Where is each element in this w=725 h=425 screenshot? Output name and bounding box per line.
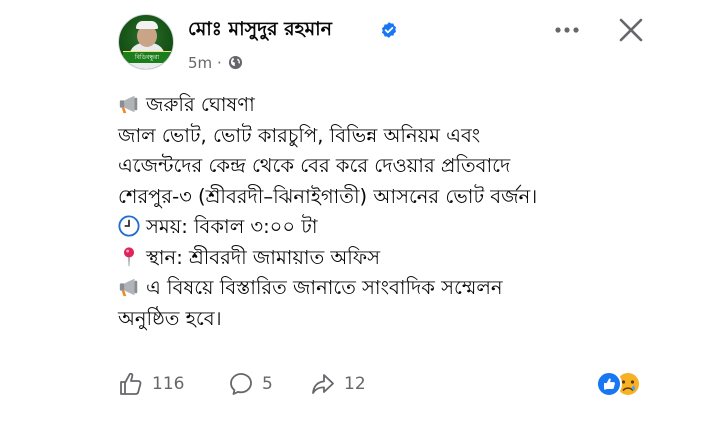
- close-icon[interactable]: [615, 14, 647, 46]
- thumbs-up-icon: [120, 372, 142, 395]
- like-reaction-icon: [596, 371, 622, 397]
- post-line: জাল ভোট, ভোট কারচুপি, বিভিন্ন অনিয়ম এবং: [118, 121, 638, 152]
- more-options-icon[interactable]: [551, 18, 583, 42]
- author-name[interactable]: মোঃ মাসুদুর রহমান: [188, 17, 332, 41]
- share-icon: [312, 374, 334, 394]
- post-line: শেরপুর-৩ (শ্রীবরদী–ঝিনাইগাতী) আসনের ভোট …: [118, 182, 638, 213]
- post-line-text: জরুরি ঘোষণা: [146, 93, 255, 116]
- clock-icon: [118, 215, 140, 237]
- comment-button[interactable]: 5: [228, 370, 273, 398]
- globe-icon[interactable]: [228, 55, 243, 70]
- post-line-text: এজেন্টদের কেন্দ্র থেকে বের করে দেওয়ার প…: [118, 154, 511, 177]
- post-line: স্থান: শ্রীবরদী জামায়াত অফিস: [118, 243, 638, 274]
- comment-count: 5: [262, 374, 273, 394]
- verified-badge-icon: [381, 22, 397, 38]
- reactions-summary[interactable]: [595, 370, 643, 398]
- avatar-banner: বিডিবন্ধুরা: [123, 51, 171, 63]
- share-button[interactable]: 12: [310, 370, 366, 398]
- post-line: সময়: বিকাল ৩:০০ টা: [118, 212, 638, 243]
- meta-separator: ·: [216, 54, 227, 72]
- avatar[interactable]: বিডিবন্ধুরা: [118, 14, 174, 70]
- timestamp[interactable]: 5m: [188, 54, 212, 72]
- comment-icon: [230, 373, 252, 395]
- avatar-cap: [136, 21, 158, 29]
- post-line: অনুষ্ঠিত হবে।: [118, 304, 638, 335]
- post-text: জরুরি ঘোষণা জাল ভোট, ভোট কারচুপি, বিভিন্…: [118, 90, 638, 334]
- post-line-text: সময়: বিকাল ৩:০০ টা: [146, 215, 318, 238]
- megaphone-icon: [119, 278, 138, 297]
- post-line-text: জাল ভোট, ভোট কারচুপি, বিভিন্ন অনিয়ম এবং: [118, 123, 481, 147]
- post-line: জরুরি ঘোষণা: [118, 90, 638, 121]
- post-line-text: শেরপুর-৩ (শ্রীবরদী–ঝিনাইগাতী) আসনের ভোট …: [118, 184, 538, 208]
- post-line-text: অনুষ্ঠিত হবে।: [118, 306, 222, 330]
- facebook-post: বিডিবন্ধুরা মোঃ মাসুদুর রহমান 5m · জরুরি…: [0, 0, 725, 425]
- share-count: 12: [344, 374, 366, 394]
- post-meta: 5m ·: [188, 53, 243, 73]
- post-line-text: স্থান: শ্রীবরদী জামায়াত অফিস: [146, 245, 381, 269]
- megaphone-icon: [119, 95, 138, 114]
- post-line-text: এ বিষয়ে বিস্তারিত জানাতে সাংবাদিক সম্মে…: [146, 276, 503, 299]
- like-count: 116: [152, 374, 185, 394]
- pin-icon: [123, 246, 135, 266]
- post-line: এজেন্টদের কেন্দ্র থেকে বের করে দেওয়ার প…: [118, 151, 638, 182]
- like-button[interactable]: 116: [118, 370, 184, 398]
- post-line: এ বিষয়ে বিস্তারিত জানাতে সাংবাদিক সম্মে…: [118, 273, 638, 304]
